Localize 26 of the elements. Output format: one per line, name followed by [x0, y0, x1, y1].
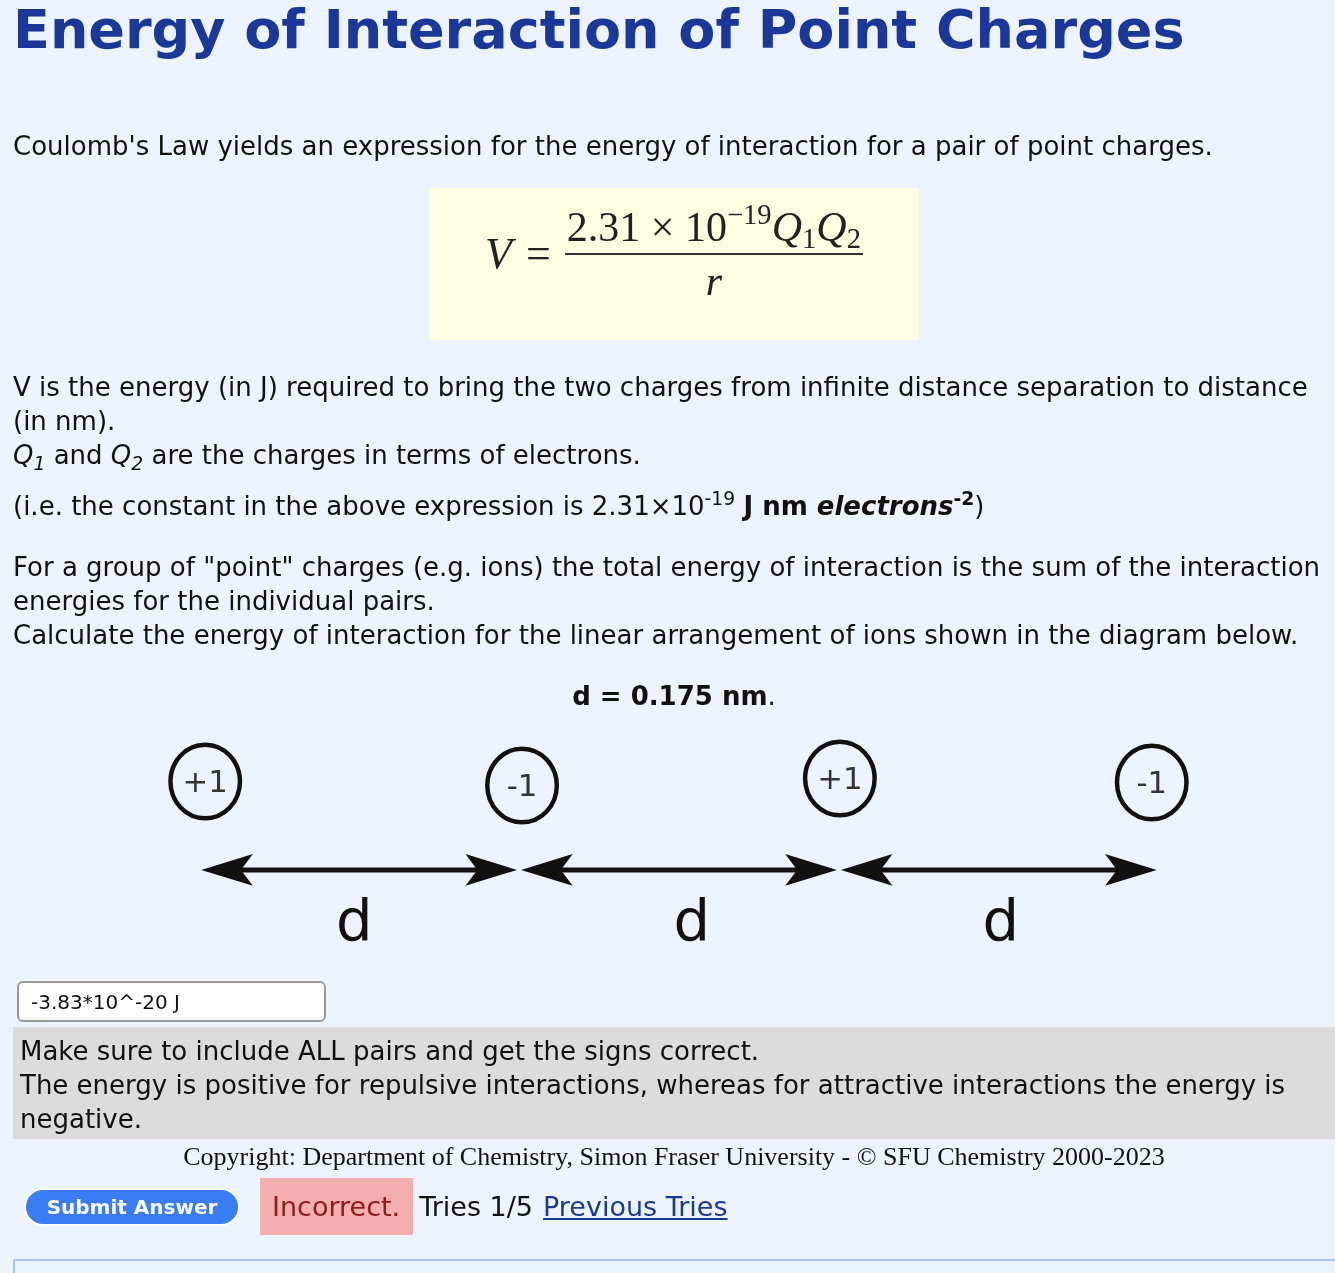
charge-node: -1	[1114, 743, 1189, 822]
tries-count: Tries 1/5	[419, 1191, 534, 1223]
equals-sign: =	[526, 229, 551, 280]
previous-tries-link[interactable]: Previous Tries	[543, 1191, 728, 1223]
page-title: Energy of Interaction of Point Charges	[13, 0, 1185, 60]
charge-node: +1	[802, 739, 877, 818]
distance-label: d	[673, 887, 711, 955]
constant-note: (i.e. the constant in the above expression is 2.31×10$^{-19}$ J nm electrons$^{-2}$)	[13, 489, 985, 524]
given-distance: d = 0.175 nm.	[572, 680, 776, 714]
answer-field[interactable]: -3.83*10^-20 J	[17, 981, 326, 1023]
distance-label: d	[335, 887, 373, 955]
submit-button[interactable]: Submit Answer	[24, 1187, 240, 1226]
feedback-text: The energy is positive for repulsive interactions, whereas for attractive interactions the energy is negative.	[20, 1069, 1287, 1137]
fraction-numerator: 2.31 × 10$^{−19}$Q$_{1}$Q$_{2}$	[565, 201, 862, 254]
status-message: Incorrect.	[260, 1178, 414, 1236]
fraction-denominator: r	[705, 257, 723, 307]
intro-text: Coulomb's Law yields an expression for the energy of interaction for a pair of point charges.	[13, 130, 1213, 163]
problem-text: Calculate the energy of interaction for the linear arrangement of ions shown in the diagram below.	[13, 619, 1299, 653]
feedback-text: Make sure to include ALL pairs and get the signs correct.	[20, 1035, 760, 1069]
charge-node: +1	[168, 742, 243, 821]
definition-text: V is the energy (in J) required to bring the two charges from infinite distance separation to distance (in nm).	[13, 371, 1308, 439]
charge-node: -1	[485, 746, 560, 825]
distance-label: d	[982, 887, 1020, 955]
definition-text: Q$_{1}$ and Q$_{2}$ are the charges in terms of electrons.	[13, 439, 641, 473]
copyright-text: Copyright: Department of Chemistry, Simon Fraser University - © SFU Chemistry 2000-2023	[183, 1142, 1165, 1173]
problem-text: For a group of "point" charges (e.g. ions) the total energy of interaction is the sum of the interaction energies for the individual pairs.	[13, 551, 1321, 619]
